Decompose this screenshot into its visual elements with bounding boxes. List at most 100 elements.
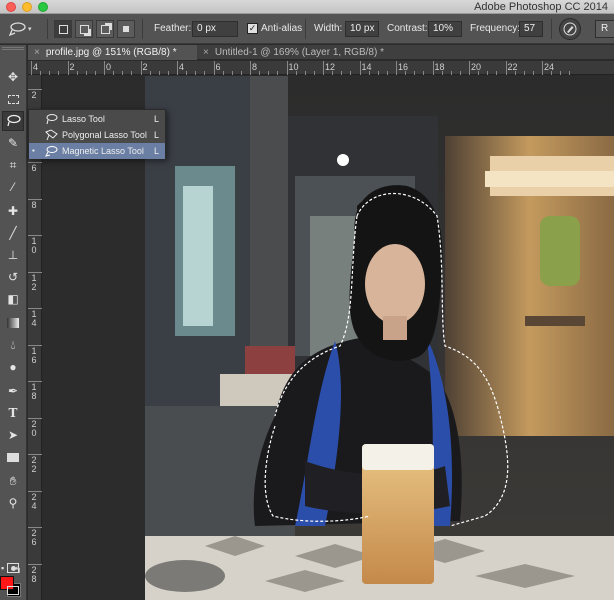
ruler-tick <box>313 71 315 75</box>
ruler-tick <box>396 61 397 75</box>
ruler-label: 2 8 <box>31 564 37 584</box>
ruler-label: 2 <box>142 62 148 72</box>
tab-profile[interactable]: × profile.jpg @ 151% (RGB/8) * <box>28 45 197 60</box>
ruler-label: 6 <box>31 163 37 173</box>
ruler-tick <box>28 235 42 236</box>
contrast-input[interactable]: 10% <box>428 21 462 37</box>
menu-item-magnetic-lasso-tool[interactable]: ▪ Magnetic Lasso Tool L <box>29 143 165 159</box>
ruler-tick <box>359 61 361 75</box>
feather-input[interactable]: 0 px <box>192 21 238 37</box>
dodge-tool[interactable]: ● <box>2 357 24 377</box>
ruler-label: 10 <box>288 62 299 72</box>
width-label: Width: <box>314 23 343 34</box>
path-selection-tool[interactable]: ➤ <box>2 425 24 445</box>
ruler-tick <box>28 454 42 455</box>
shortcut-key: L <box>153 130 159 140</box>
clone-stamp-tool[interactable]: ⊥ <box>2 245 24 265</box>
brush-tool[interactable]: ╱ <box>2 223 24 243</box>
close-icon[interactable]: × <box>203 47 209 58</box>
frequency-input[interactable]: 57 <box>519 21 543 37</box>
intersect-selection-icon <box>123 26 129 32</box>
move-tool[interactable]: ✥ <box>2 67 24 87</box>
quick-mask-icon <box>7 563 19 573</box>
new-selection-button[interactable] <box>54 20 72 38</box>
horizontal-ruler[interactable]: 4 2 0 2 4 6 8 10 12 14 16 18 20 22 24 <box>28 61 614 75</box>
close-window-button[interactable] <box>6 2 16 12</box>
gradient-tool[interactable] <box>2 313 24 333</box>
zoom-tool[interactable]: ⚲ <box>2 493 24 513</box>
rectangle-tool[interactable] <box>2 447 24 467</box>
photo-scene <box>145 76 614 600</box>
minimize-window-button[interactable] <box>22 2 32 12</box>
hand-tool[interactable]: ✋︎ <box>2 471 24 491</box>
ruler-label: 24 <box>544 62 555 72</box>
quick-selection-tool[interactable]: ✎ <box>2 133 24 153</box>
dodge-icon: ● <box>9 360 17 374</box>
menu-item-label: Magnetic Lasso Tool <box>62 146 144 156</box>
marquee-tool[interactable] <box>2 89 24 109</box>
healing-brush-tool[interactable]: ✚ <box>2 201 24 221</box>
ruler-tick <box>450 71 452 75</box>
ruler-tick <box>28 381 42 382</box>
hand-icon: ✋︎ <box>9 473 17 488</box>
ruler-label: 2 0 <box>31 418 37 438</box>
history-brush-tool[interactable]: ↺ <box>2 267 24 287</box>
ruler-tick <box>505 61 507 75</box>
ruler-tick <box>94 71 96 75</box>
tab-untitled-1[interactable]: × Untitled-1 @ 169% (Layer 1, RGB/8) * <box>197 45 427 60</box>
panel-grip[interactable] <box>2 47 24 50</box>
marquee-icon <box>7 94 19 104</box>
contrast-label: Contrast: <box>387 23 428 34</box>
ruler-tick <box>432 61 434 75</box>
tool-preset-picker[interactable]: ▾ <box>8 19 42 39</box>
ruler-tick <box>569 71 571 75</box>
ruler-label: 16 <box>398 62 409 72</box>
quick-mask-button[interactable] <box>2 558 24 578</box>
zoom-window-button[interactable] <box>38 2 48 12</box>
ruler-tick <box>49 71 51 75</box>
eyedropper-icon: ⁄ <box>11 180 14 194</box>
eraser-tool[interactable]: ◧ <box>2 289 24 309</box>
tools-panel: ✥ ✎ ⌗ ⁄ ✚ ╱ ⊥ ↺ ◧ 💧︎ ● ✒ T ➤ ✋︎ ⚲ ▪ ↰ <box>0 45 27 600</box>
screen-mode-button[interactable] <box>2 580 24 600</box>
blur-tool[interactable]: 💧︎ <box>2 335 24 355</box>
ruler-label: 18 <box>434 62 445 72</box>
divider <box>142 19 143 39</box>
refine-edge-button[interactable]: R <box>595 20 614 38</box>
intersect-selection-button[interactable] <box>117 20 135 38</box>
magnetic-lasso-icon <box>8 22 26 37</box>
ruler-tick <box>131 71 133 75</box>
ruler-tick <box>213 61 215 75</box>
divider <box>305 19 306 39</box>
pen-tool[interactable]: ✒ <box>2 381 24 401</box>
menu-item-polygonal-lasso-tool[interactable]: Polygonal Lasso Tool L <box>29 127 165 143</box>
ruler-label: 2 4 <box>31 491 37 511</box>
eyedropper-tool[interactable]: ⁄ <box>2 177 24 197</box>
crop-tool[interactable]: ⌗ <box>2 155 24 175</box>
ruler-label: 1 6 <box>31 345 37 365</box>
ruler-tick <box>177 61 178 75</box>
ruler-tick <box>28 89 42 90</box>
ruler-tick <box>560 71 562 75</box>
subtract-selection-icon <box>100 24 110 34</box>
ruler-tick <box>414 71 416 75</box>
ruler-tick <box>295 71 297 75</box>
width-input[interactable]: 10 px <box>345 21 379 37</box>
type-tool[interactable]: T <box>2 403 24 423</box>
menu-item-lasso-tool[interactable]: Lasso Tool L <box>29 111 165 127</box>
lasso-tool[interactable] <box>2 111 24 131</box>
tab-label: profile.jpg @ 151% (RGB/8) * <box>45 47 177 58</box>
new-selection-icon <box>58 24 68 34</box>
close-icon[interactable]: × <box>34 47 40 58</box>
ruler-label: 8 <box>31 199 37 210</box>
lasso-icon <box>7 114 21 127</box>
ruler-tick <box>350 71 352 75</box>
ruler-label: 8 <box>252 62 258 72</box>
add-to-selection-button[interactable] <box>75 20 93 38</box>
ruler-label: 2 <box>69 62 75 72</box>
document-photo[interactable] <box>145 76 614 600</box>
rectangle-icon <box>7 452 19 462</box>
tablet-pressure-button[interactable] <box>559 18 581 40</box>
antialias-checkbox[interactable]: ✓ <box>247 23 258 34</box>
subtract-from-selection-button[interactable] <box>96 20 114 38</box>
